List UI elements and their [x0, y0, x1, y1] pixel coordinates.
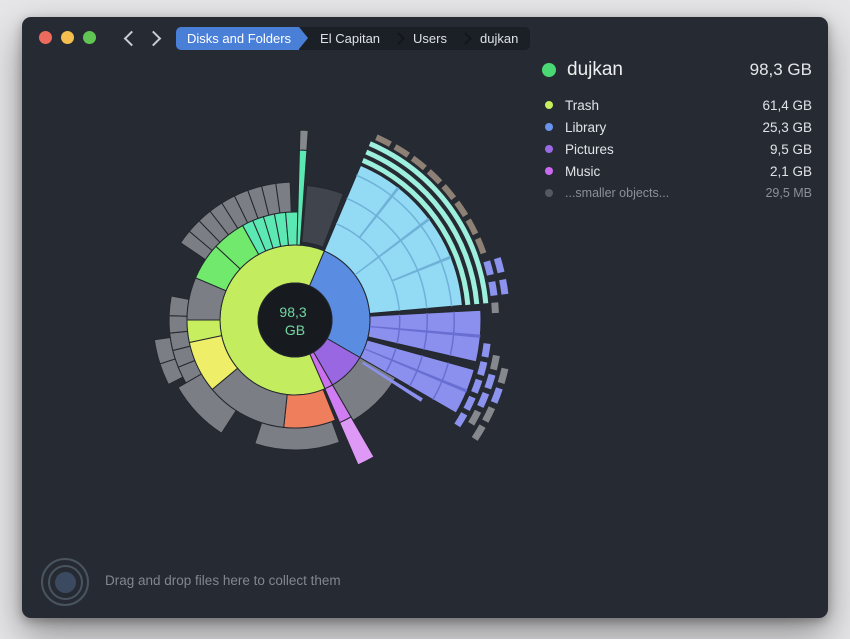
- legend-header[interactable]: dujkan 98,3 GB: [542, 59, 812, 81]
- sunburst-segment[interactable]: [340, 417, 374, 465]
- legend-dot-icon: [545, 145, 553, 153]
- sunburst-segment[interactable]: [475, 237, 486, 254]
- sunburst-segment[interactable]: [491, 387, 503, 404]
- sunburst-segment[interactable]: [454, 412, 467, 427]
- sunburst-segment[interactable]: [464, 396, 476, 411]
- legend-dot-icon: [545, 189, 553, 197]
- drop-hint-text: Drag and drop files here to collect them: [105, 573, 341, 588]
- sunburst-segment[interactable]: [484, 374, 495, 390]
- sunburst-segment[interactable]: [490, 355, 500, 370]
- legend-label: Pictures: [565, 142, 770, 157]
- legend-dot-icon: [545, 101, 553, 109]
- sunburst-segment[interactable]: [471, 379, 482, 394]
- legend-row-music[interactable]: Music2,1 GB: [542, 160, 812, 182]
- folder-color-dot-icon: [542, 63, 556, 77]
- collect-ring-center: [55, 572, 76, 593]
- legend-value: 9,5 GB: [770, 142, 812, 157]
- sunburst-segment[interactable]: [499, 279, 508, 295]
- legend-dot-icon: [545, 123, 553, 131]
- sunburst-segment[interactable]: [468, 410, 481, 426]
- sunburst-segment[interactable]: [494, 257, 505, 273]
- sunburst-segment[interactable]: [477, 361, 487, 376]
- folder-name: dujkan: [567, 59, 750, 81]
- legend-label: Music: [565, 164, 770, 179]
- legend-row-pictures[interactable]: Pictures9,5 GB: [542, 138, 812, 160]
- legend-value: 61,4 GB: [762, 98, 812, 113]
- legend-row-trash[interactable]: Trash61,4 GB: [542, 94, 812, 116]
- folder-size: 98,3 GB: [750, 60, 812, 80]
- sunburst-segment[interactable]: [482, 343, 491, 357]
- legend-rows: Trash61,4 GBLibrary25,3 GBPictures9,5 GB…: [542, 94, 812, 204]
- sunburst-segment[interactable]: [477, 392, 489, 408]
- sunburst-segment[interactable]: [498, 368, 509, 384]
- sunburst-segment[interactable]: [472, 424, 486, 440]
- collect-ring-icon[interactable]: [41, 558, 89, 606]
- legend-label: Library: [565, 120, 762, 135]
- sunburst-segment[interactable]: [482, 406, 495, 423]
- legend-panel: dujkan 98,3 GB Trash61,4 GBLibrary25,3 G…: [542, 59, 812, 204]
- sunburst-segment[interactable]: [491, 302, 499, 313]
- sunburst-center: [258, 283, 332, 357]
- sunburst-segment[interactable]: [169, 316, 188, 334]
- legend-dot-icon: [545, 167, 553, 175]
- legend-label: Trash: [565, 98, 762, 113]
- sunburst-segment[interactable]: [483, 260, 493, 275]
- legend-value: 29,5 MB: [765, 186, 812, 200]
- legend-label: ...smaller objects...: [565, 186, 765, 200]
- sunburst-segment[interactable]: [299, 130, 308, 150]
- legend-value: 2,1 GB: [770, 164, 812, 179]
- legend-row-library[interactable]: Library25,3 GB: [542, 116, 812, 138]
- app-window: Disks and FoldersEl CapitanUsersdujkan 9…: [22, 17, 828, 618]
- collect-ring-middle: [48, 565, 83, 600]
- sunburst-segment[interactable]: [488, 281, 497, 296]
- sunburst-segment[interactable]: [169, 296, 189, 316]
- legend-row--smaller-objects-[interactable]: ...smaller objects...29,5 MB: [542, 182, 812, 204]
- legend-value: 25,3 GB: [762, 120, 812, 135]
